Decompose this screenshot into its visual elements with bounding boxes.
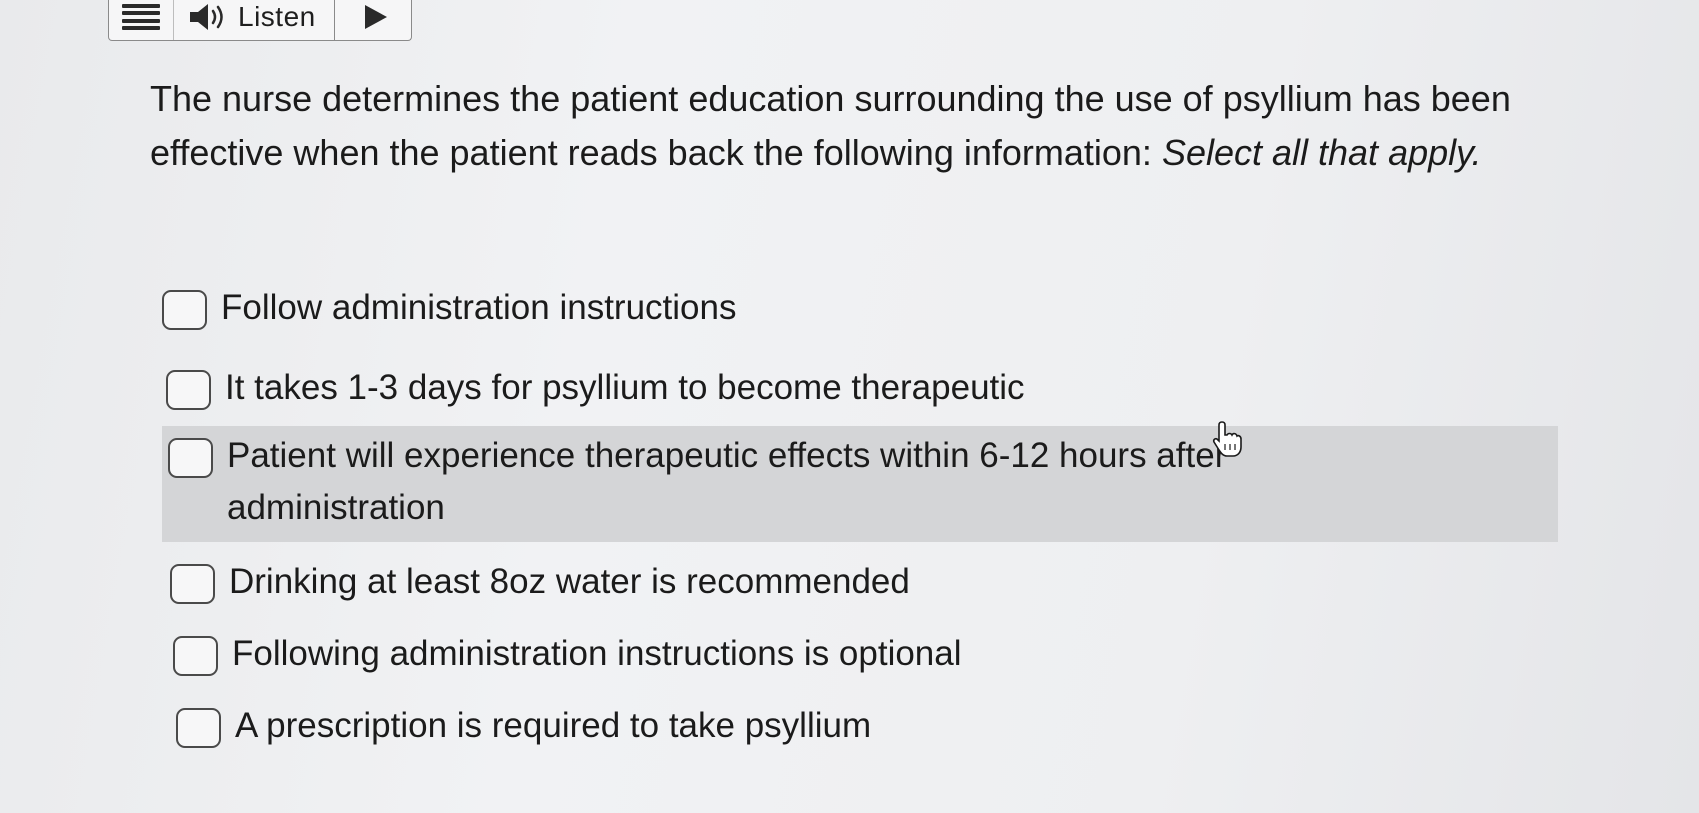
option-label: A prescription is required to take psyll… [235, 706, 872, 745]
option-label: Drinking at least 8oz water is recommend… [229, 562, 910, 601]
listen-label: Listen [238, 1, 316, 32]
option-4[interactable]: Drinking at least 8oz water is recommend… [170, 556, 1170, 608]
question-instruction: Select all that apply. [1161, 132, 1482, 173]
option-checkbox[interactable] [176, 708, 221, 748]
option-5[interactable]: Following administration instructions is… [173, 628, 1173, 680]
option-checkbox[interactable] [168, 438, 213, 478]
hand-cursor-icon [1212, 421, 1242, 457]
option-3[interactable]: Patient will experience therapeutic effe… [162, 426, 1558, 542]
option-2[interactable]: It takes 1-3 days for psyllium to become… [166, 362, 1166, 414]
listen-toolbar: Listen [108, 0, 412, 41]
play-button[interactable] [335, 0, 411, 40]
question-text: The nurse determines the patient educati… [150, 72, 1600, 180]
option-6[interactable]: A prescription is required to take psyll… [176, 700, 1176, 752]
speaker-icon [190, 4, 223, 30]
play-icon [365, 5, 387, 29]
option-checkbox[interactable] [173, 636, 218, 676]
option-label: Follow administration instructions [221, 288, 737, 327]
option-checkbox[interactable] [166, 370, 211, 410]
option-label: Patient will experience therapeutic effe… [227, 436, 1227, 527]
option-checkbox[interactable] [162, 290, 207, 330]
option-1[interactable]: Follow administration instructions [162, 282, 1062, 334]
menu-button[interactable] [109, 0, 174, 40]
listen-button[interactable]: Listen [174, 0, 335, 40]
menu-icon [122, 4, 160, 30]
option-checkbox[interactable] [170, 564, 215, 604]
option-label: It takes 1-3 days for psyllium to become… [225, 368, 1025, 407]
option-label: Following administration instructions is… [232, 634, 962, 673]
